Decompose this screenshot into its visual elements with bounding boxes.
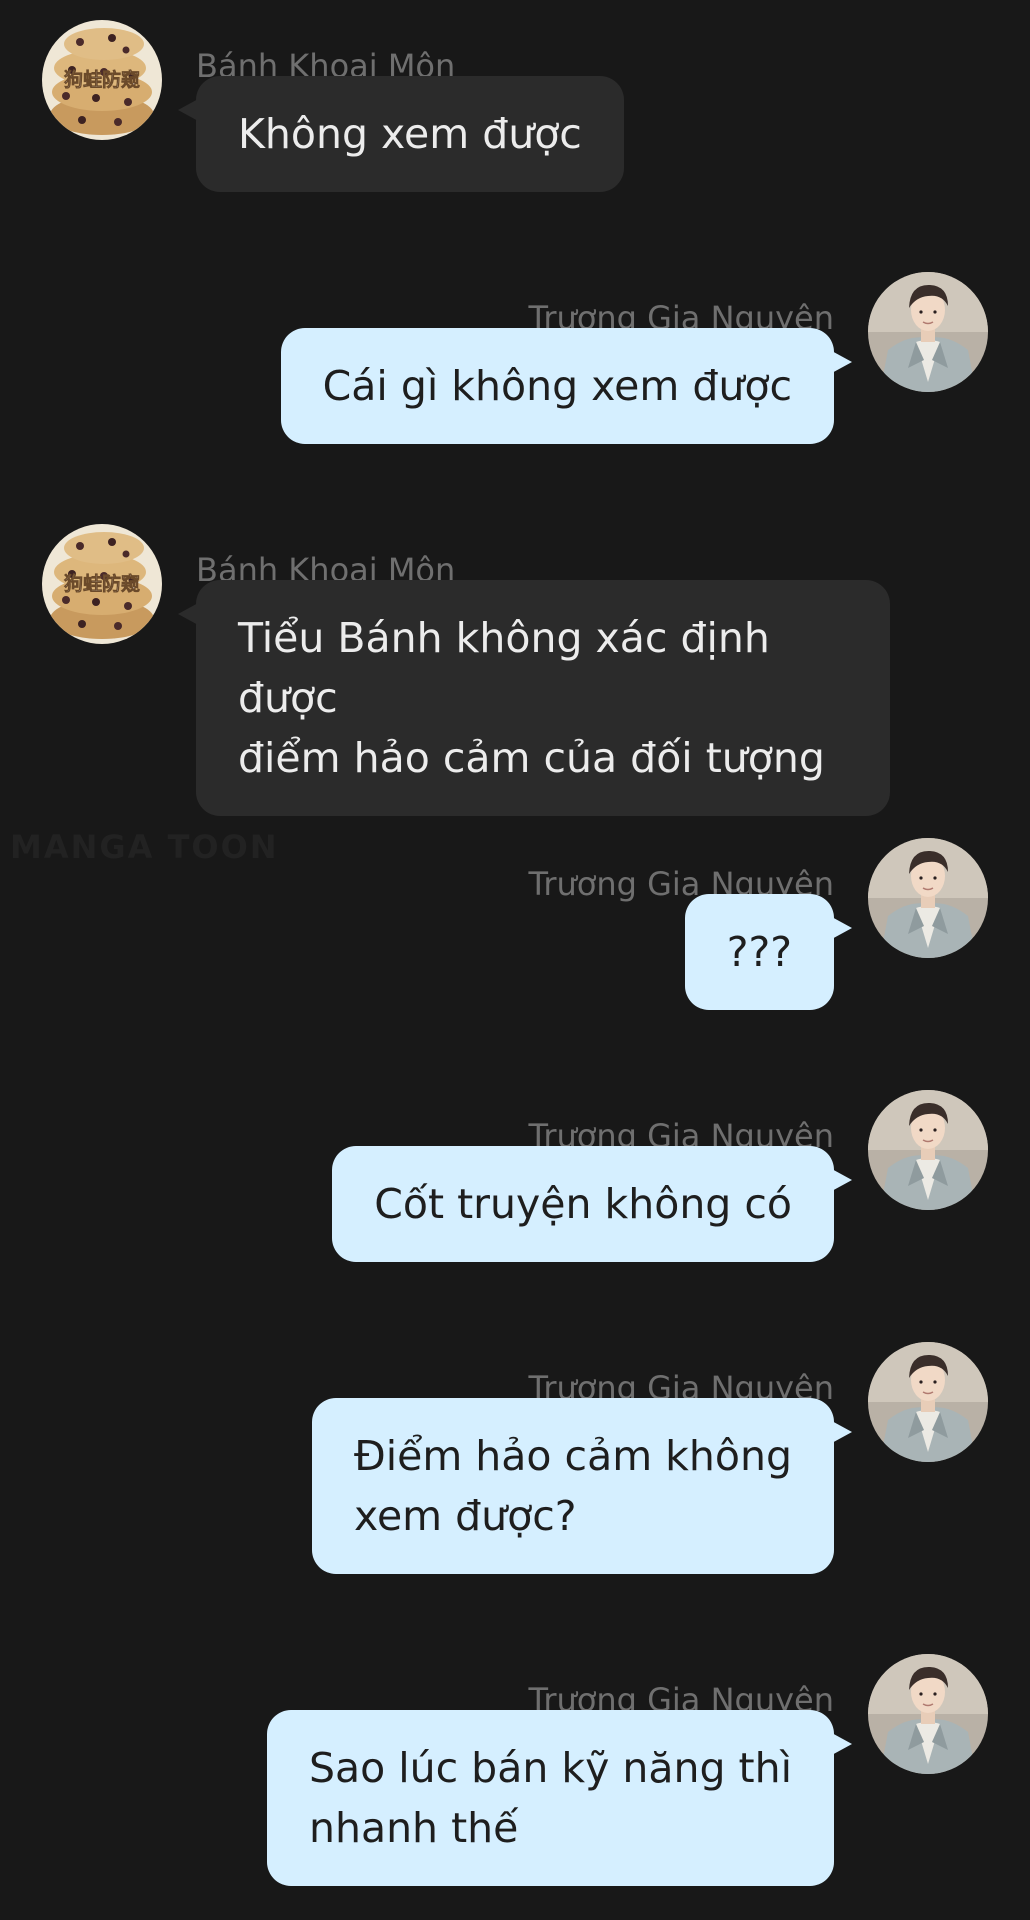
bubble-tail (830, 1732, 852, 1756)
message-text: ??? (726, 928, 792, 976)
message-text: Tiểu Bánh không xác định được điểm hảo c… (238, 614, 825, 782)
man-in-suit-avatar-icon[interactable] (868, 1090, 988, 1210)
bubble-tail (178, 98, 200, 122)
cookie-stack-avatar-icon[interactable]: 狗蛙防窥 (42, 20, 162, 140)
message-bubble[interactable]: Tiểu Bánh không xác định được điểm hảo c… (178, 580, 890, 816)
message-bubble[interactable]: Cốt truyện không có (332, 1146, 852, 1262)
man-in-suit-avatar-icon[interactable] (868, 272, 988, 392)
message-bubble[interactable]: Sao lúc bán kỹ năng thì nhanh thế (266, 1710, 852, 1886)
man-in-suit-avatar-icon[interactable] (868, 1342, 988, 1462)
cookie-stack-avatar-icon[interactable]: 狗蛙防窥 (42, 524, 162, 644)
message-text: Cái gì không xem được (322, 362, 792, 410)
message-bubble[interactable]: Không xem được (178, 76, 624, 192)
bubble-tail (178, 602, 200, 626)
chat-area[interactable]: MANGA TOON 狗蛙防窥 Bánh Khoai Môn Không xem … (0, 0, 1030, 1920)
bubble-tail (830, 1420, 852, 1444)
message-text: Sao lúc bán kỹ năng thì nhanh thế (308, 1744, 792, 1852)
svg-text:狗蛙防窥: 狗蛙防窥 (64, 572, 140, 595)
message-bubble[interactable]: ??? (684, 894, 852, 1010)
message-bubble[interactable]: Điểm hảo cảm không xem được? (311, 1398, 852, 1574)
bubble-tail (830, 350, 852, 374)
svg-text:狗蛙防窥: 狗蛙防窥 (64, 68, 140, 91)
bubble-tail (830, 916, 852, 940)
bubble-tail (830, 1168, 852, 1192)
message-text: Cốt truyện không có (374, 1180, 792, 1228)
man-in-suit-avatar-icon[interactable] (868, 838, 988, 958)
watermark-text: MANGA TOON (10, 828, 279, 866)
message-text: Điểm hảo cảm không xem được? (353, 1432, 792, 1540)
man-in-suit-avatar-icon[interactable] (868, 1654, 988, 1774)
message-bubble[interactable]: Cái gì không xem được (280, 328, 852, 444)
message-text: Không xem được (238, 110, 582, 158)
